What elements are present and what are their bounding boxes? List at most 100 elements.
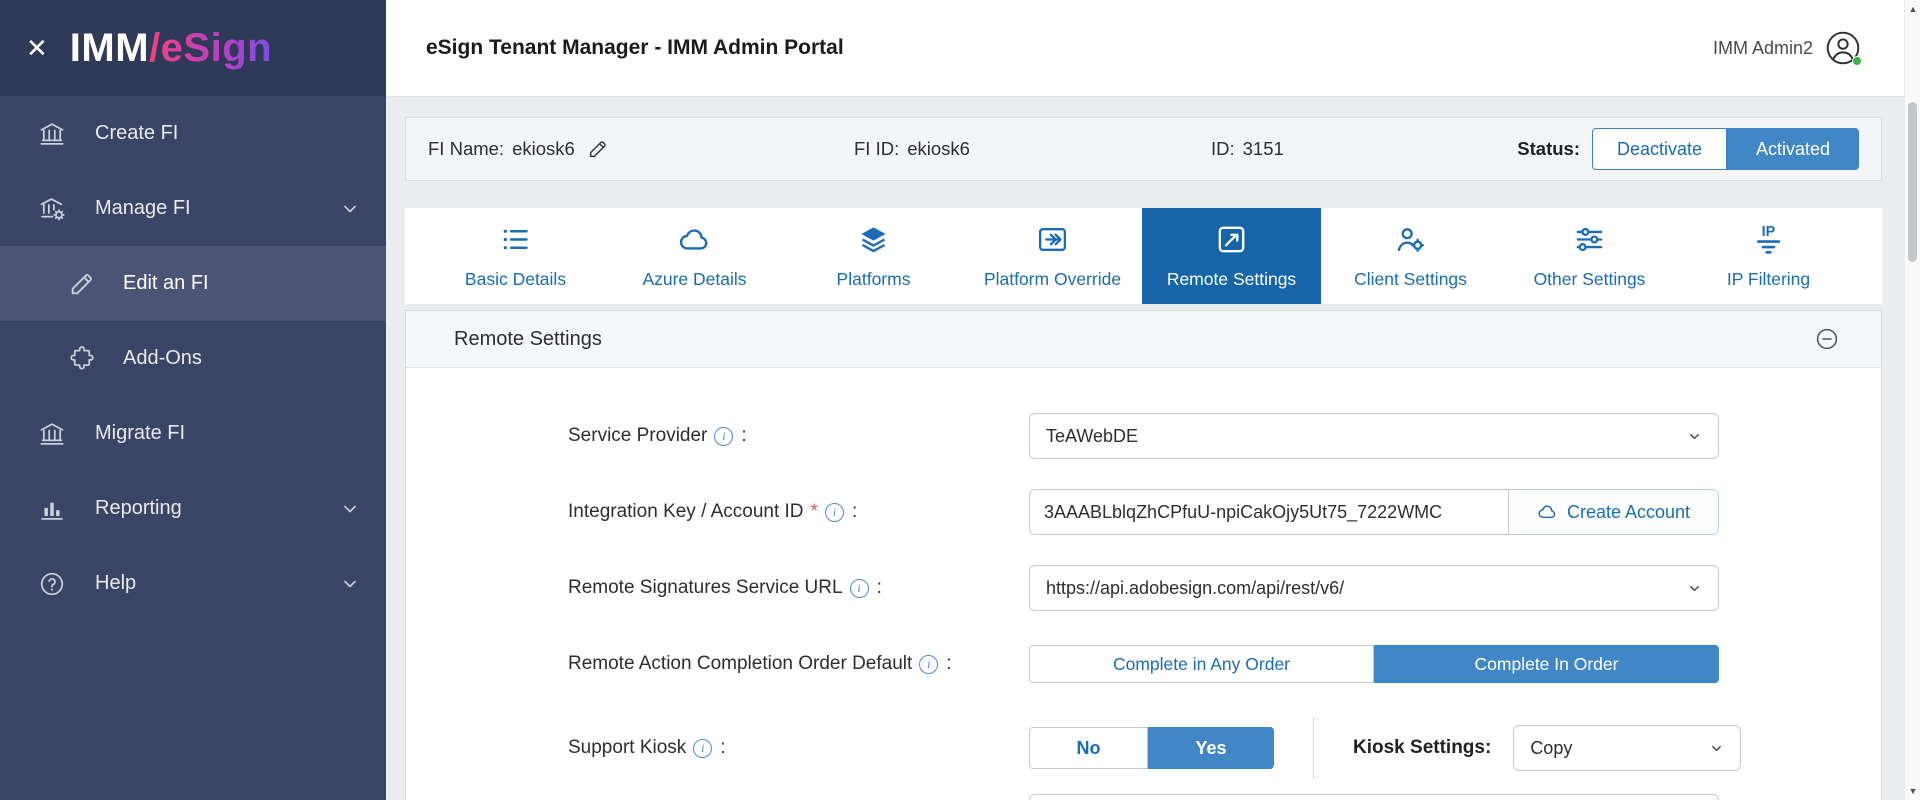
support-kiosk-controls: No Yes Kiosk Settings: Copy bbox=[1029, 717, 1741, 779]
vertical-scrollbar[interactable]: ▲ ▼ bbox=[1904, 0, 1920, 800]
complete-any-order-button[interactable]: Complete in Any Order bbox=[1029, 645, 1374, 683]
app-window: ✕ IMM/eSign Create FI Manage FI bbox=[0, 0, 1920, 800]
fi-name-label: FI Name: bbox=[428, 138, 504, 160]
sliders-icon bbox=[1573, 223, 1606, 257]
fi-name-block: FI Name: ekiosk6 bbox=[428, 138, 854, 160]
pencil-icon[interactable] bbox=[587, 138, 609, 160]
tab-label: Basic Details bbox=[465, 269, 566, 290]
label-text: Remote Signatures Service URL bbox=[568, 577, 843, 599]
scrollbar-thumb[interactable] bbox=[1908, 102, 1917, 262]
tab-basic-details[interactable]: Basic Details bbox=[426, 208, 605, 304]
selected-value: https://api.adobesign.com/api/rest/v6/ bbox=[1046, 578, 1344, 599]
tab-ip-filtering[interactable]: IP IP Filtering bbox=[1679, 208, 1858, 304]
id-block: ID: 3151 bbox=[1211, 138, 1517, 160]
sidebar-item-add-ons[interactable]: Add-Ons bbox=[0, 321, 386, 396]
user-name: IMM Admin2 bbox=[1713, 38, 1813, 59]
chevron-down-icon bbox=[1687, 429, 1702, 444]
complete-in-order-button[interactable]: Complete In Order bbox=[1374, 645, 1719, 683]
scroll-down-arrow-icon[interactable]: ▼ bbox=[1905, 786, 1920, 796]
scroll-up-arrow-icon[interactable]: ▲ bbox=[1905, 4, 1920, 14]
online-status-dot bbox=[1852, 56, 1862, 66]
info-icon[interactable] bbox=[850, 579, 869, 598]
chevron-down-icon bbox=[1709, 741, 1724, 756]
help-circle-icon bbox=[37, 569, 67, 599]
tab-client-settings[interactable]: Client Settings bbox=[1321, 208, 1500, 304]
tab-remote-settings[interactable]: Remote Settings bbox=[1142, 208, 1321, 304]
info-icon[interactable] bbox=[714, 427, 733, 446]
chevron-down-icon bbox=[340, 499, 360, 519]
sidebar-item-manage-fi[interactable]: Manage FI bbox=[0, 171, 386, 246]
status-label: Status: bbox=[1517, 138, 1580, 160]
activated-button[interactable]: Activated bbox=[1727, 128, 1859, 170]
chevron-down-icon bbox=[340, 574, 360, 594]
colon: : bbox=[946, 653, 951, 675]
sidebar-item-edit-an-fi[interactable]: Edit an FI bbox=[0, 246, 386, 321]
info-icon[interactable] bbox=[919, 655, 938, 674]
layers-icon bbox=[857, 223, 890, 257]
sidebar-item-label: Add-Ons bbox=[123, 347, 202, 370]
cloud-icon bbox=[1537, 502, 1558, 523]
fi-name-value: ekiosk6 bbox=[512, 138, 575, 160]
button-label: Create Account bbox=[1567, 502, 1690, 523]
panel-header: Remote Settings bbox=[406, 311, 1881, 368]
sidebar-item-migrate-fi[interactable]: Migrate FI bbox=[0, 396, 386, 471]
user-avatar-icon[interactable] bbox=[1825, 30, 1861, 66]
label-text: Integration Key / Account ID bbox=[568, 501, 804, 523]
close-icon[interactable]: ✕ bbox=[26, 35, 48, 61]
label-text: Support Kiosk bbox=[568, 737, 686, 759]
info-icon[interactable] bbox=[693, 739, 712, 758]
colon: : bbox=[852, 501, 857, 523]
next-row-partial bbox=[406, 794, 1881, 800]
box-arrow-icon bbox=[1036, 223, 1069, 257]
partial-control[interactable] bbox=[1029, 794, 1719, 800]
pencil-icon bbox=[67, 269, 97, 299]
integration-key-group: 3AAABLblqZhCPfuU-npiCakOjy5Ut75_7222WMC … bbox=[1029, 489, 1719, 535]
user-menu[interactable]: IMM Admin2 bbox=[1713, 30, 1861, 66]
fi-id-block: FI ID: ekiosk6 bbox=[854, 138, 1211, 160]
sidebar-item-reporting[interactable]: Reporting bbox=[0, 471, 386, 546]
sidebar-header: ✕ IMM/eSign bbox=[0, 0, 386, 96]
tab-label: Remote Settings bbox=[1167, 269, 1296, 290]
panel-title: Remote Settings bbox=[454, 328, 602, 351]
list-icon bbox=[499, 223, 532, 257]
service-provider-select[interactable]: TeAWebDE bbox=[1029, 413, 1719, 459]
kiosk-yes-button[interactable]: Yes bbox=[1148, 727, 1274, 769]
tab-platform-override[interactable]: Platform Override bbox=[963, 208, 1142, 304]
info-icon[interactable] bbox=[825, 503, 844, 522]
create-account-button[interactable]: Create Account bbox=[1509, 489, 1719, 535]
tab-label: IP Filtering bbox=[1727, 269, 1810, 290]
chevron-down-icon bbox=[340, 199, 360, 219]
main-area: eSign Tenant Manager - IMM Admin Portal … bbox=[386, 0, 1920, 800]
remote-url-row: Remote Signatures Service URL : https://… bbox=[406, 550, 1881, 626]
tab-other-settings[interactable]: Other Settings bbox=[1500, 208, 1679, 304]
tab-azure-details[interactable]: Azure Details bbox=[605, 208, 784, 304]
selected-value: Copy bbox=[1530, 738, 1572, 759]
ip-filter-icon: IP bbox=[1752, 223, 1785, 257]
integration-key-row: Integration Key / Account ID * : 3AAABLb… bbox=[406, 474, 1881, 550]
bank-icon bbox=[37, 419, 67, 449]
cloud-icon bbox=[678, 223, 711, 257]
kiosk-settings-select[interactable]: Copy bbox=[1513, 725, 1741, 771]
sidebar-item-create-fi[interactable]: Create FI bbox=[0, 96, 386, 171]
sidebar-item-label: Reporting bbox=[95, 497, 182, 520]
integration-key-input[interactable]: 3AAABLblqZhCPfuU-npiCakOjy5Ut75_7222WMC bbox=[1029, 489, 1509, 535]
bar-chart-icon bbox=[37, 494, 67, 524]
service-provider-label: Service Provider : bbox=[568, 425, 1029, 447]
sidebar-item-label: Edit an FI bbox=[123, 272, 209, 295]
sidebar-item-help[interactable]: Help bbox=[0, 546, 386, 621]
label-text: Service Provider bbox=[568, 425, 707, 447]
doc-edit-arrow-icon bbox=[1215, 223, 1248, 257]
sidebar-item-label: Create FI bbox=[95, 122, 178, 145]
sidebar-item-label: Manage FI bbox=[95, 197, 191, 220]
panel-body: Service Provider : TeAWebDE bbox=[406, 368, 1881, 800]
collapse-minus-icon[interactable] bbox=[1815, 327, 1839, 351]
fi-id-label: FI ID: bbox=[854, 138, 899, 160]
remote-url-select[interactable]: https://api.adobesign.com/api/rest/v6/ bbox=[1029, 565, 1719, 611]
sidebar-item-label: Help bbox=[95, 572, 136, 595]
required-asterisk: * bbox=[811, 501, 818, 523]
tab-platforms[interactable]: Platforms bbox=[784, 208, 963, 304]
deactivate-button[interactable]: Deactivate bbox=[1592, 128, 1727, 170]
remote-settings-panel: Remote Settings Service Provider : bbox=[405, 310, 1882, 800]
logo-imm-text: IMM bbox=[70, 26, 149, 70]
kiosk-no-button[interactable]: No bbox=[1029, 727, 1148, 769]
